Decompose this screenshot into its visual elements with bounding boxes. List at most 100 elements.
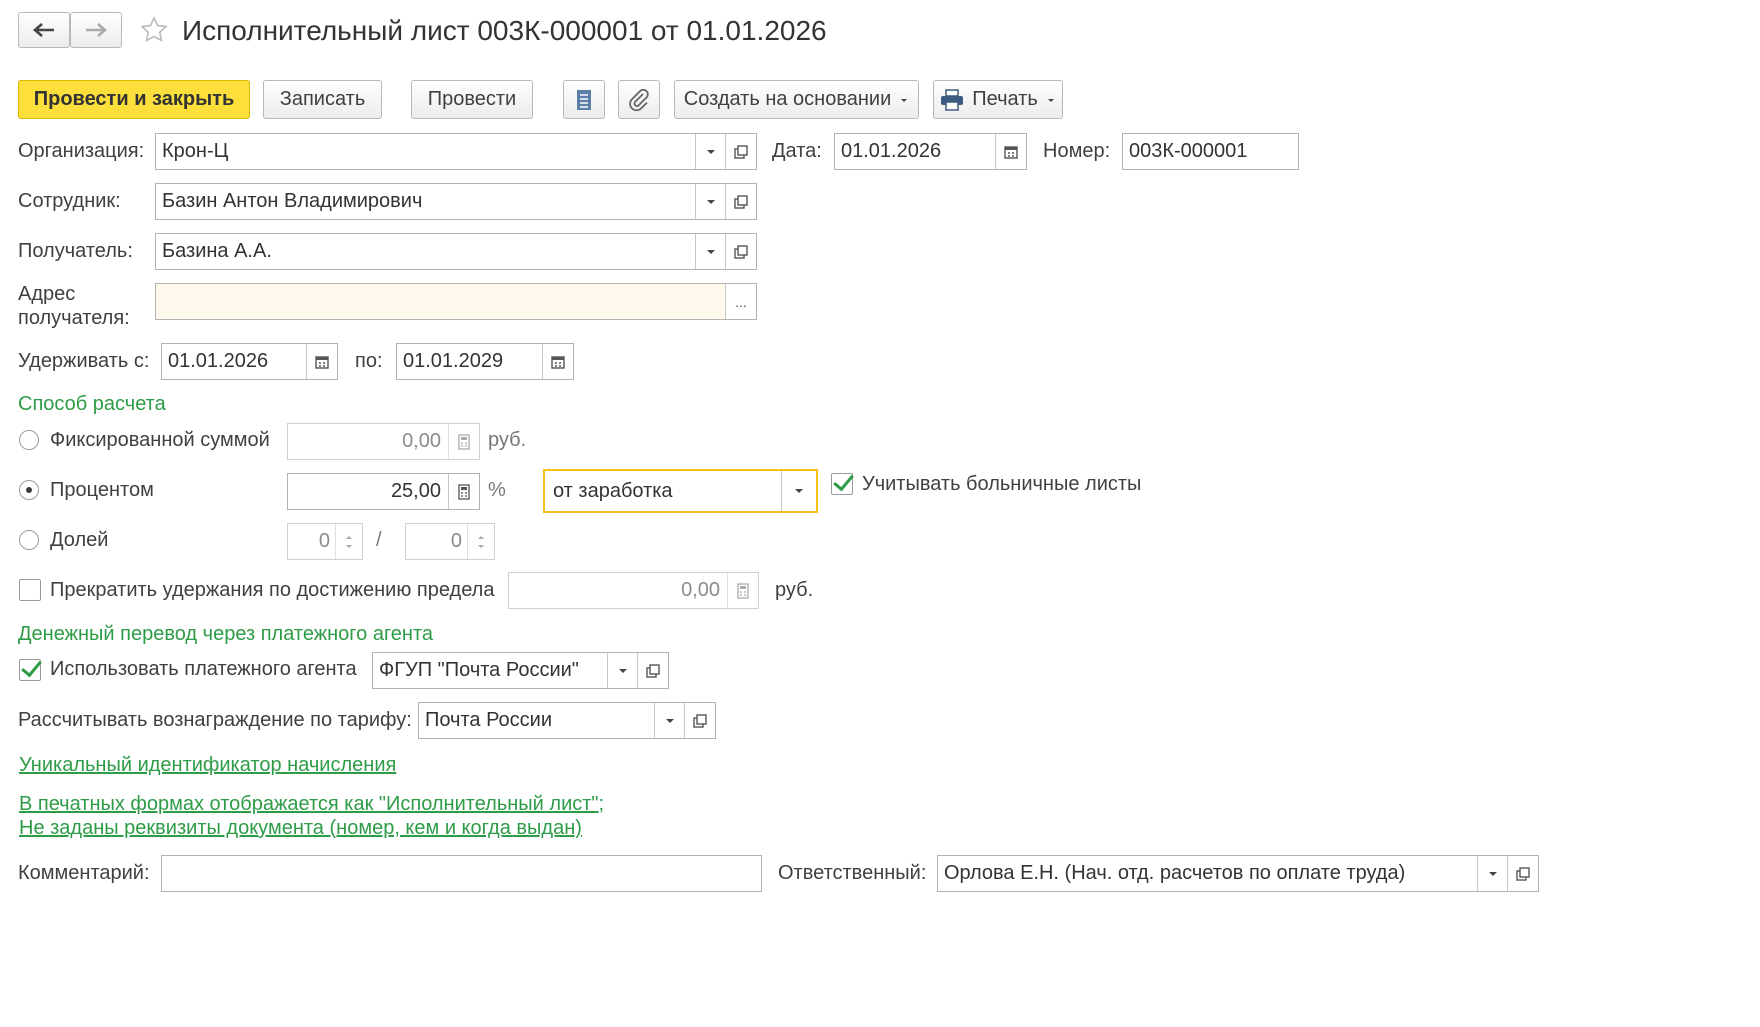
use-agent-checkbox[interactable]: [19, 659, 41, 681]
fixed-sum-unit: руб.: [488, 429, 527, 451]
recipient-open[interactable]: [725, 234, 756, 269]
forward-button[interactable]: [70, 12, 122, 48]
back-arrow-icon: [33, 23, 54, 37]
date-label: Дата:: [772, 140, 822, 162]
star-icon: [140, 16, 168, 43]
responsible-open[interactable]: [1507, 856, 1538, 891]
dropdown-arrow-icon: [707, 149, 715, 154]
calculator-icon: [458, 483, 470, 500]
tariff-value: Почта России: [425, 709, 553, 731]
spinner-icon: [346, 535, 352, 548]
open-form-icon: [734, 194, 748, 209]
address-label-line1: Адрес: [18, 283, 76, 305]
sick-leave-label: Учитывать больничные листы: [862, 473, 1142, 495]
fixed-sum-calculator[interactable]: [448, 424, 479, 459]
employee-open[interactable]: [725, 184, 756, 219]
responsible-dropdown[interactable]: [1477, 856, 1508, 891]
date-field[interactable]: 01.01.2026: [834, 133, 1027, 170]
attachments-button[interactable]: [618, 80, 660, 119]
responsible-value: Орлова Е.Н. (Нач. отд. расчетов по оплат…: [944, 862, 1406, 884]
percent-base-value: от заработка: [553, 479, 673, 502]
responsible-field[interactable]: Орлова Е.Н. (Нач. отд. расчетов по оплат…: [937, 855, 1539, 892]
limit-field[interactable]: 0,00: [508, 572, 759, 609]
sick-leave-checkbox[interactable]: [831, 473, 853, 495]
post-and-close-button[interactable]: Провести и закрыть: [18, 80, 250, 119]
agent-dropdown[interactable]: [607, 653, 638, 688]
calendar-icon: [551, 355, 565, 369]
withhold-from-value: 01.01.2026: [168, 350, 269, 372]
limit-checkbox[interactable]: [19, 579, 41, 601]
withhold-to-value: 01.01.2029: [403, 350, 504, 372]
address-value: [162, 284, 692, 319]
radio-fixed-sum[interactable]: [19, 430, 39, 450]
page-title: Исполнительный лист 003К-000001 от 01.01…: [182, 15, 827, 46]
chevron-down-icon: [901, 98, 908, 102]
spinner-icon: [478, 535, 484, 548]
back-button[interactable]: [18, 12, 70, 48]
print-button[interactable]: Печать: [933, 80, 1063, 119]
percent-calculator[interactable]: [448, 474, 479, 509]
favorite-star-button[interactable]: [140, 16, 168, 44]
create-based-on-button[interactable]: Создать на основании: [674, 80, 919, 119]
organization-open[interactable]: [725, 134, 756, 169]
withhold-from-label: Удерживать с:: [18, 350, 150, 372]
radio-share[interactable]: [19, 530, 39, 550]
limit-unit: руб.: [775, 579, 814, 601]
print-forms-link-1[interactable]: В печатных формах отображается как "Испо…: [19, 793, 604, 816]
tariff-field[interactable]: Почта России: [418, 702, 716, 739]
date-calendar-button[interactable]: [995, 134, 1026, 169]
number-field[interactable]: 003К-000001: [1122, 133, 1299, 170]
withhold-from-calendar[interactable]: [306, 344, 337, 379]
percent-base-select[interactable]: от заработка: [543, 469, 818, 513]
share-denominator-value: 0: [450, 530, 462, 552]
document-list-button[interactable]: [563, 80, 605, 119]
percent-base-dropdown[interactable]: [781, 471, 816, 511]
comment-label: Комментарий:: [18, 862, 150, 884]
recipient-field[interactable]: Базина А.А.: [155, 233, 757, 270]
tariff-label: Рассчитывать вознаграждение по тарифу:: [18, 709, 412, 731]
share-denominator-spinner[interactable]: [467, 524, 494, 559]
calculator-icon: [737, 582, 749, 599]
calendar-icon: [315, 355, 329, 369]
organization-dropdown[interactable]: [695, 134, 726, 169]
responsible-label: Ответственный:: [778, 862, 927, 884]
agent-field[interactable]: ФГУП "Почта России": [372, 652, 669, 689]
share-numerator-spinner[interactable]: [335, 524, 362, 559]
fixed-sum-field[interactable]: 0,00: [287, 423, 480, 460]
tariff-dropdown[interactable]: [654, 703, 685, 738]
address-select-button[interactable]: ...: [725, 284, 756, 319]
open-form-icon: [734, 244, 748, 259]
create-based-on-label: Создать на основании: [683, 88, 892, 110]
post-button[interactable]: Провести: [411, 80, 533, 119]
share-numerator-field[interactable]: 0: [287, 523, 363, 560]
recipient-dropdown[interactable]: [695, 234, 726, 269]
comment-field[interactable]: [161, 855, 762, 892]
organization-field[interactable]: Крон-Ц: [155, 133, 757, 170]
employee-field[interactable]: Базин Антон Владимирович: [155, 183, 757, 220]
share-denominator-field[interactable]: 0: [405, 523, 495, 560]
dropdown-arrow-icon: [707, 199, 715, 204]
dropdown-arrow-icon: [707, 249, 715, 254]
withhold-to-field[interactable]: 01.01.2029: [396, 343, 574, 380]
limit-calculator[interactable]: [727, 573, 758, 608]
dropdown-arrow-icon: [1489, 871, 1497, 876]
radio-percent[interactable]: [19, 480, 39, 500]
percent-value: 25,00: [390, 480, 441, 502]
address-label-line2: получателя:: [18, 307, 130, 329]
percent-field[interactable]: 25,00: [287, 473, 480, 510]
agent-open[interactable]: [637, 653, 668, 688]
save-button[interactable]: Записать: [263, 80, 382, 119]
withhold-from-field[interactable]: 01.01.2026: [161, 343, 338, 380]
tariff-open[interactable]: [684, 703, 715, 738]
agent-value: ФГУП "Почта России": [379, 659, 579, 681]
calculator-icon: [458, 433, 470, 450]
employee-dropdown[interactable]: [695, 184, 726, 219]
uid-link[interactable]: Уникальный идентификатор начисления: [19, 754, 396, 777]
withhold-to-calendar[interactable]: [542, 344, 573, 379]
organization-label: Организация:: [18, 140, 145, 162]
paperclip-icon: [629, 88, 649, 111]
print-forms-link-2[interactable]: Не заданы реквизиты документа (номер, ке…: [19, 817, 582, 840]
dropdown-arrow-icon: [619, 668, 627, 673]
address-field[interactable]: ...: [155, 283, 757, 320]
print-label: Печать: [972, 88, 1038, 110]
